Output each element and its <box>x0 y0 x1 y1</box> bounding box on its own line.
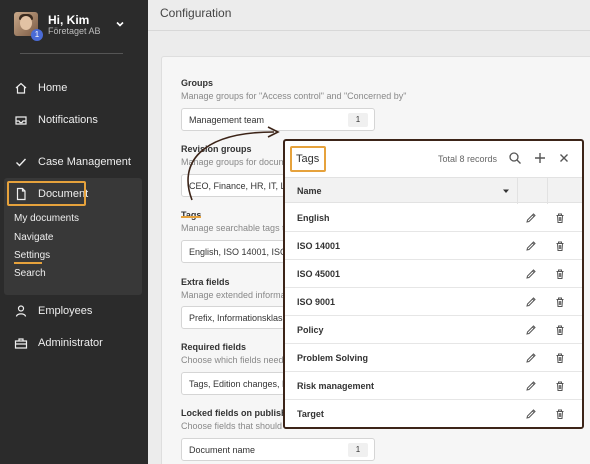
table-row[interactable]: Risk management <box>285 372 582 400</box>
tag-name: ISO 9001 <box>297 297 336 307</box>
search-icon[interactable] <box>508 151 522 165</box>
tag-name: Risk management <box>297 381 375 391</box>
chevron-down-icon[interactable] <box>114 18 126 30</box>
count-badge: 1 <box>348 113 368 127</box>
sidebar-subitem-my-documents[interactable]: My documents <box>14 213 79 224</box>
check-icon <box>16 158 27 167</box>
trash-icon[interactable] <box>554 268 566 280</box>
tag-name: Policy <box>297 325 324 335</box>
tags-popup: Tags Total 8 records Name English ISO 140… <box>283 139 584 429</box>
table-row[interactable]: Target <box>285 400 582 427</box>
table-row[interactable]: Problem Solving <box>285 344 582 372</box>
edit-icon[interactable] <box>525 380 537 392</box>
sidebar: 1 Hi, Kim Företaget AB Home Notification… <box>0 0 148 464</box>
sidebar-item-label: Notifications <box>38 114 98 126</box>
required-fields-title: Required fields <box>181 342 247 352</box>
add-icon[interactable] <box>533 151 547 165</box>
user-company: Företaget AB <box>48 26 101 36</box>
tags-title: Tags <box>181 210 202 220</box>
sidebar-item-notifications[interactable]: Notifications <box>0 108 148 132</box>
required-fields-field[interactable]: Tags, Edition changes, Pre <box>181 372 285 395</box>
trash-icon[interactable] <box>554 324 566 336</box>
extra-fields-title: Extra fields <box>181 277 230 287</box>
locked-fields-description: Choose fields that should n <box>181 421 290 431</box>
tags-field[interactable]: English, ISO 14001, ISO 450 <box>181 240 285 263</box>
required-fields-description: Choose which fields need to <box>181 355 294 365</box>
tag-name: Target <box>297 409 324 419</box>
column-header-name[interactable]: Name <box>297 186 322 196</box>
field-value: Tags, Edition changes, Pre <box>189 379 284 389</box>
home-icon <box>15 82 27 94</box>
table-row[interactable]: ISO 45001 <box>285 260 582 288</box>
sidebar-item-home[interactable]: Home <box>0 76 148 100</box>
trash-icon[interactable] <box>554 240 566 252</box>
sidebar-subitem-navigate[interactable]: Navigate <box>14 232 53 243</box>
groups-description: Manage groups for "Access control" and "… <box>181 91 407 101</box>
sidebar-item-administrator[interactable]: Administrator <box>0 331 148 355</box>
trash-icon[interactable] <box>554 380 566 392</box>
sidebar-item-label: Home <box>38 82 68 94</box>
edit-icon[interactable] <box>525 324 537 336</box>
extra-fields-field[interactable]: Prefix, Informationsklassni <box>181 306 285 329</box>
sidebar-subitem-settings[interactable]: Settings <box>14 250 50 261</box>
close-icon[interactable] <box>557 151 571 165</box>
tag-name: ISO 14001 <box>297 241 341 251</box>
edit-icon[interactable] <box>525 408 537 420</box>
edit-icon[interactable] <box>525 240 537 252</box>
trash-icon[interactable] <box>554 296 566 308</box>
field-value: Prefix, Informationsklassni <box>189 313 285 323</box>
sidebar-subitem-search[interactable]: Search <box>14 268 46 279</box>
table-row[interactable]: English <box>285 204 582 232</box>
edit-icon[interactable] <box>525 268 537 280</box>
field-value: Document name <box>189 445 256 455</box>
user-greeting: Hi, Kim <box>48 13 90 27</box>
sidebar-divider <box>20 53 123 54</box>
page-title: Configuration <box>160 6 232 20</box>
edit-icon[interactable] <box>525 352 537 364</box>
field-value: English, ISO 14001, ISO 450 <box>189 247 284 257</box>
table-row[interactable]: ISO 9001 <box>285 288 582 316</box>
settings-underline <box>14 262 42 264</box>
table-row[interactable]: ISO 14001 <box>285 232 582 260</box>
record-count: Total 8 records <box>438 154 498 164</box>
sidebar-item-employees[interactable]: Employees <box>0 299 148 323</box>
trash-icon[interactable] <box>554 212 566 224</box>
trash-icon[interactable] <box>554 352 566 364</box>
header-divider <box>148 30 590 31</box>
sidebar-item-label: Employees <box>38 305 93 317</box>
tag-name: English <box>297 213 330 223</box>
user-menu[interactable]: 1 Hi, Kim Företaget AB <box>14 12 139 41</box>
sidebar-item-label: Administrator <box>38 337 103 349</box>
count-badge: 1 <box>348 443 368 457</box>
document-highlight <box>7 181 86 206</box>
person-icon <box>15 305 27 317</box>
tag-name: ISO 45001 <box>297 269 341 279</box>
extra-fields-description: Manage extended informati <box>181 290 291 300</box>
popup-title: Tags <box>296 153 320 165</box>
sidebar-item-label: Case Management <box>38 156 131 168</box>
annotation-arrow <box>187 126 280 201</box>
inbox-icon <box>15 116 27 125</box>
trash-icon[interactable] <box>554 408 566 420</box>
tag-name: Problem Solving <box>297 353 369 363</box>
briefcase-icon <box>14 338 28 349</box>
sort-caret-icon[interactable] <box>502 187 510 195</box>
tags-underline <box>181 216 201 218</box>
tags-description: Manage searchable tags tha <box>181 223 295 233</box>
notification-badge: 1 <box>31 29 43 41</box>
edit-icon[interactable] <box>525 212 537 224</box>
table-row[interactable]: Policy <box>285 316 582 344</box>
sidebar-item-case-management[interactable]: Case Management <box>0 150 148 174</box>
groups-title: Groups <box>181 78 214 88</box>
table-header: Name <box>285 177 582 204</box>
locked-fields-field[interactable]: Document name 1 <box>181 438 375 461</box>
edit-icon[interactable] <box>525 296 537 308</box>
